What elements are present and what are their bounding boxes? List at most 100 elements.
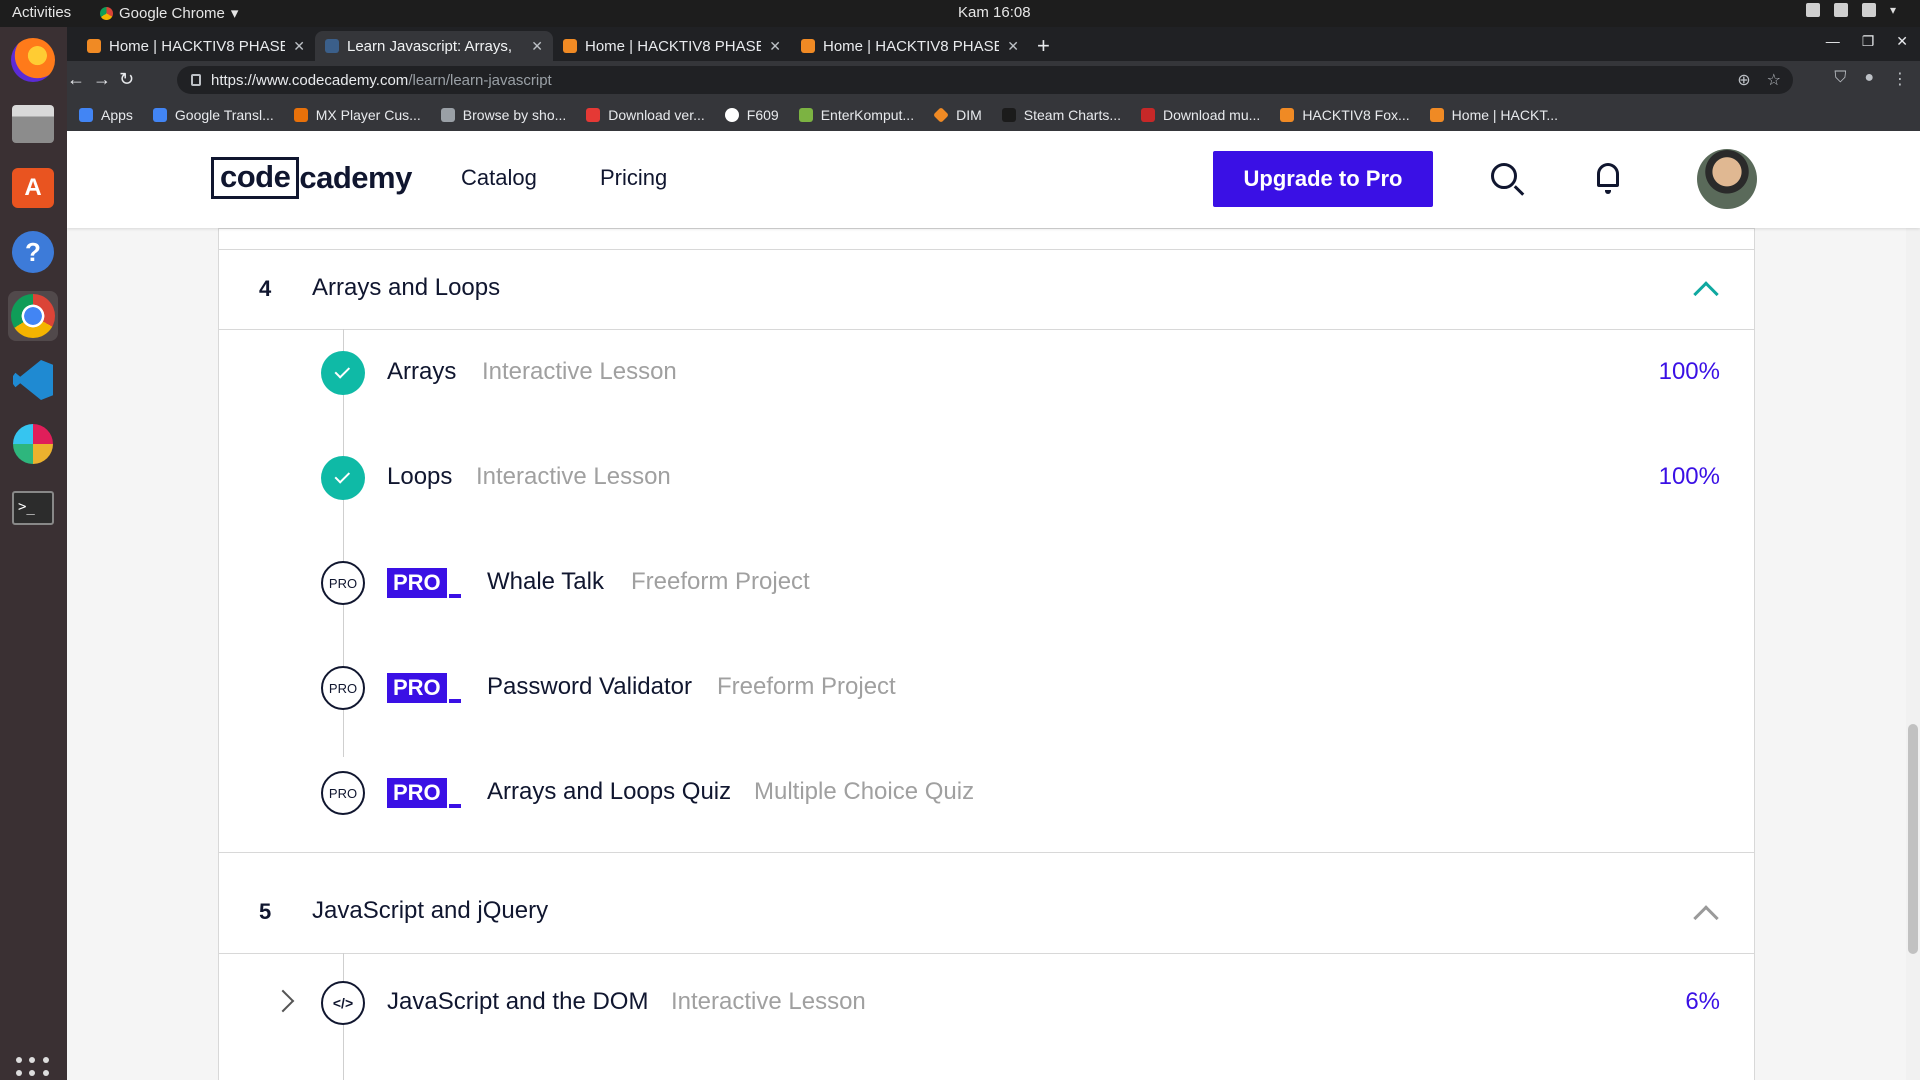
back-arrow-icon[interactable]: ← [67, 69, 85, 90]
chevron-up-icon[interactable] [1693, 905, 1719, 931]
chrome-launcher[interactable] [8, 291, 58, 341]
chevron-down-icon: ▾ [1889, 3, 1896, 17]
profile-avatar-icon[interactable]: ● [1864, 69, 1874, 89]
hacktiv8-favicon [801, 39, 815, 53]
bookmark-item[interactable]: HACKTIV8 Fox... [1280, 107, 1410, 123]
chrome-icon [11, 294, 55, 338]
slack-launcher[interactable] [8, 419, 58, 469]
chevron-right-icon[interactable] [271, 989, 295, 1013]
pro-badge: PRO [387, 568, 461, 598]
software-launcher[interactable]: A [8, 163, 58, 213]
hacktiv8-icon [1280, 108, 1295, 122]
reload-icon[interactable]: ↻ [119, 69, 134, 90]
app-menu[interactable]: Google Chrome ▾ [100, 4, 238, 22]
tab-0[interactable]: Home | HACKTIV8 PHASE ✕ [77, 31, 315, 61]
bookmark-item[interactable]: Google Transl... [152, 107, 274, 123]
url-text[interactable]: https://www.codecademy.com/learn/learn-j… [211, 72, 552, 89]
lesson-title: Password Validator [487, 673, 692, 700]
bookmark-item[interactable]: MX Player Cus... [293, 107, 421, 123]
close-tab-icon[interactable]: ✕ [531, 38, 543, 55]
shield-icon[interactable]: ⛉ [1834, 69, 1846, 89]
nav-catalog[interactable]: Catalog [461, 165, 537, 191]
browser-window: Home | HACKTIV8 PHASE ✕ Learn Javascript… [67, 27, 1920, 131]
scrollbar[interactable] [1906, 228, 1920, 1080]
files-icon [12, 105, 54, 143]
bookmark-item[interactable]: Browse by sho... [440, 107, 566, 123]
pro-lock-icon: PRO [321, 561, 365, 605]
web-page: code cademy Catalog Pricing Upgrade to Pr… [67, 131, 1920, 1080]
close-tab-icon[interactable]: ✕ [293, 38, 305, 55]
lesson-title: JavaScript and the DOM [387, 988, 649, 1015]
lesson-row[interactable]: Loops Interactive Lesson 100% [219, 448, 1754, 508]
bookmark-item[interactable]: F609 [724, 107, 779, 123]
module-number: 4 [259, 276, 272, 301]
lesson-progress: 100% [1658, 358, 1720, 385]
help-launcher[interactable]: ? [8, 227, 58, 277]
slack-icon [13, 424, 53, 464]
clock[interactable]: Kam 16:08 [958, 4, 1031, 21]
bookmark-item[interactable]: Home | HACKT... [1429, 107, 1558, 123]
notification-bell-icon[interactable] [1597, 163, 1619, 194]
maximize-icon[interactable]: ❐ [1862, 33, 1875, 50]
tab-2[interactable]: Home | HACKTIV8 PHASE ✕ [553, 31, 791, 61]
bookmark-item[interactable]: DIM [933, 107, 982, 123]
lesson-type: Interactive Lesson [482, 358, 677, 385]
pro-badge: PRO [387, 778, 461, 808]
search-icon[interactable] [1491, 163, 1517, 189]
hacktiv8-favicon [87, 39, 101, 53]
bookmark-item[interactable]: Steam Charts... [1001, 107, 1121, 123]
terminal-launcher[interactable]: >_ [8, 483, 58, 533]
syllabus-card: 4 Arrays and Loops Arrays Interactive Le… [218, 228, 1755, 1080]
forward-arrow-icon[interactable]: → [93, 69, 111, 90]
lesson-row[interactable]: PRO PRO Password Validator Freeform Proj… [219, 658, 1754, 718]
bookmark-star-icon[interactable]: ☆ [1767, 70, 1781, 90]
show-applications-button[interactable] [16, 1057, 50, 1080]
browser-toolbar: ← → ↻ https://www.codecademy.com/learn/l… [67, 61, 1920, 99]
divider [219, 329, 1754, 330]
vscode-launcher[interactable] [8, 355, 58, 405]
tab-3[interactable]: Home | HACKTIV8 PHASE ✕ [791, 31, 1029, 61]
close-tab-icon[interactable]: ✕ [769, 38, 781, 55]
codecademy-logo[interactable]: code cademy [211, 157, 412, 199]
zoom-icon[interactable]: ⊕ [1737, 70, 1750, 90]
music-icon [1141, 108, 1156, 122]
scrollbar-thumb[interactable] [1908, 724, 1918, 954]
bookmark-apps[interactable]: Apps [79, 107, 133, 123]
module-title: JavaScript and jQuery [312, 897, 549, 924]
bookmark-item[interactable]: Download mu... [1141, 107, 1260, 123]
nav-pricing[interactable]: Pricing [600, 165, 667, 191]
upgrade-to-pro-button[interactable]: Upgrade to Pro [1213, 151, 1433, 207]
system-tray[interactable]: ▾ [1805, 3, 1896, 17]
activities-button[interactable]: Activities [12, 4, 71, 21]
lesson-type: Interactive Lesson [476, 463, 671, 490]
user-avatar[interactable] [1697, 149, 1757, 209]
volume-icon [1833, 3, 1848, 17]
bookmark-item[interactable]: EnterKomput... [798, 107, 914, 123]
minimize-icon[interactable]: — [1826, 33, 1840, 50]
pro-lock-icon: PRO [321, 666, 365, 710]
files-launcher[interactable] [8, 99, 58, 149]
new-tab-button[interactable]: + [1037, 31, 1050, 61]
tab-1[interactable]: Learn Javascript: Arrays, ✕ [315, 31, 553, 61]
lesson-row[interactable]: PRO PRO Whale Talk Freeform Project [219, 553, 1754, 613]
codecademy-favicon [325, 39, 339, 53]
lesson-type: Freeform Project [631, 568, 810, 595]
close-window-icon[interactable]: ✕ [1896, 33, 1908, 50]
bookmark-item[interactable]: Download ver... [586, 107, 705, 123]
globe-icon [724, 108, 739, 122]
lesson-row[interactable]: PRO PRO Arrays and Loops Quiz Multiple C… [219, 763, 1754, 823]
help-icon: ? [12, 231, 54, 273]
os-top-bar: Activities Google Chrome ▾ Kam 16:08 ▾ [0, 0, 1920, 27]
google-translate-icon [152, 108, 167, 122]
chevron-up-icon[interactable] [1693, 281, 1719, 307]
menu-kebab-icon[interactable]: ⋮ [1892, 69, 1908, 89]
checkmark-icon [321, 351, 365, 395]
close-tab-icon[interactable]: ✕ [1007, 38, 1019, 55]
lesson-row[interactable]: Arrays Interactive Lesson 100% [219, 343, 1754, 403]
lesson-row[interactable]: </> JavaScript and the DOM Interactive L… [219, 973, 1754, 1033]
lesson-type: Multiple Choice Quiz [754, 778, 975, 805]
software-center-icon: A [12, 168, 54, 208]
firefox-launcher[interactable] [8, 35, 58, 85]
address-bar[interactable]: https://www.codecademy.com/learn/learn-j… [177, 66, 1793, 94]
ubuntu-dock: A ? >_ [0, 27, 67, 1080]
